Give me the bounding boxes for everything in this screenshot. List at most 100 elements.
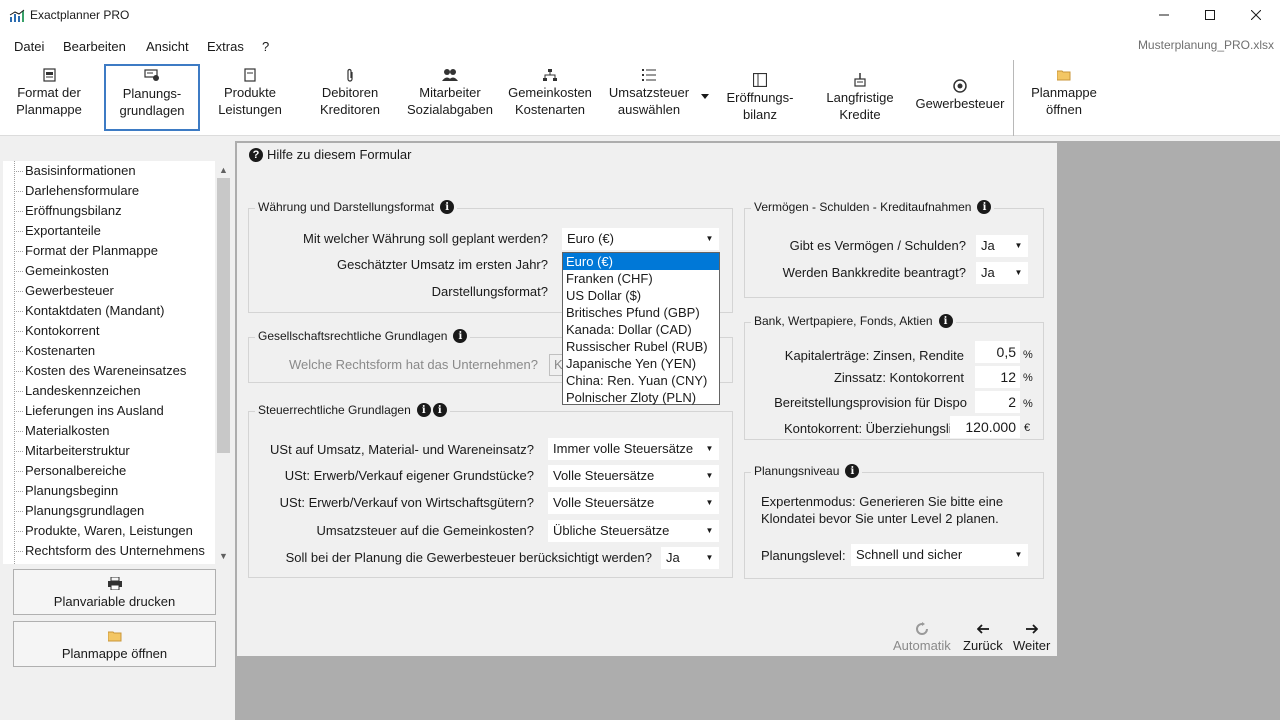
open-planmappe-button[interactable]: Planmappe öffnen <box>13 621 216 667</box>
maximize-button[interactable] <box>1187 0 1233 30</box>
rechtsform-select[interactable]: K <box>549 354 563 376</box>
tree-item[interactable]: Landeskennzeichen <box>3 381 215 401</box>
tree-item[interactable]: Mitarbeiterstruktur <box>3 441 215 461</box>
tree-item[interactable]: Gemeinkosten <box>3 261 215 281</box>
weiter-button[interactable]: Weiter <box>1013 622 1050 653</box>
ribbon-format-button[interactable]: Format der Planmappe <box>5 65 93 131</box>
ribbon-label-line1: Eröffnungs- <box>726 90 794 105</box>
tree-item[interactable]: Kosten des Wareneinsatzes <box>3 361 215 381</box>
ribbon-produkte-button[interactable]: Produkte Leistungen <box>210 65 290 131</box>
tree-item[interactable]: Kontokorrent <box>3 321 215 341</box>
tree-item[interactable]: Planungsbeginn <box>3 481 215 501</box>
chevron-down-icon[interactable]: ▼ <box>1010 263 1027 283</box>
menu-ansicht[interactable]: Ansicht <box>146 39 189 54</box>
bank-icon <box>852 72 868 88</box>
menu-extras[interactable]: Extras <box>207 39 244 54</box>
tree-item[interactable]: Kontaktdaten (Mandant) <box>3 301 215 321</box>
info-icon[interactable]: i <box>440 200 455 214</box>
tree-item[interactable]: Gewerbesteuer <box>3 281 215 301</box>
chevron-down-icon[interactable]: ▼ <box>701 439 718 459</box>
tree-item[interactable]: Exportanteile <box>3 221 215 241</box>
tree-item[interactable]: Eröffnungsbilanz <box>3 201 215 221</box>
ribbon-label-line2: auswählen <box>617 102 681 117</box>
currency-option[interactable]: Russischer Rubel (RUB) <box>563 338 719 355</box>
automatik-button[interactable]: Automatik <box>893 622 951 653</box>
help-link[interactable]: ? Hilfe zu diesem Formular <box>249 147 412 162</box>
print-planvariable-button[interactable]: Planvariable drucken <box>13 569 216 615</box>
group-title: Bank, Wertpapiere, Fonds, Aktien i <box>751 314 956 328</box>
currency-option[interactable]: Franken (CHF) <box>563 270 719 287</box>
menu-datei[interactable]: Datei <box>14 39 44 54</box>
info-icon[interactable]: i <box>845 464 860 478</box>
info-icon[interactable]: i <box>416 403 431 417</box>
tree-item[interactable]: Lieferungen ins Ausland <box>3 401 215 421</box>
chevron-down-icon[interactable]: ▼ <box>701 229 718 249</box>
currency-option[interactable]: Japanische Yen (YEN) <box>563 355 719 372</box>
currency-option[interactable]: Kanada: Dollar (CAD) <box>563 321 719 338</box>
chevron-down-icon[interactable] <box>701 94 709 99</box>
tree-item[interactable]: Personalbereiche <box>3 461 215 481</box>
steuer-select[interactable]: Immer volle Steuersätze ▼ <box>548 438 719 460</box>
steuer-select[interactable]: Volle Steuersätze ▼ <box>548 465 719 487</box>
menu-bearbeiten[interactable]: Bearbeiten <box>63 39 126 54</box>
folder-icon <box>107 628 122 644</box>
ribbon-gemeinkosten-button[interactable]: Gemeinkosten Kostenarten <box>505 65 595 131</box>
minimize-button[interactable] <box>1141 0 1187 30</box>
ribbon-eroeffnungsbilanz-button[interactable]: Eröffnungs- bilanz <box>715 70 805 136</box>
kredite-select[interactable]: Ja ▼ <box>976 262 1028 284</box>
info-icon[interactable]: i <box>977 200 992 214</box>
info-icon[interactable]: i <box>432 403 447 417</box>
ueberziehungslimit-input[interactable]: 120.000 <box>950 416 1020 438</box>
currency-select[interactable]: Euro (€) ▼ <box>562 228 719 250</box>
tree-scrollbar[interactable]: ▲ ▼ <box>215 161 232 564</box>
chevron-down-icon[interactable]: ▼ <box>701 493 718 513</box>
tree-item[interactable]: Produkte, Waren, Leistungen <box>3 521 215 541</box>
ribbon-planungsgrundlagen-button[interactable]: Planungs- grundlagen <box>104 64 200 131</box>
zinssatz-input[interactable]: 12 <box>975 366 1020 388</box>
zurueck-button[interactable]: Zurück <box>963 622 1003 653</box>
tree-item[interactable]: Materialkosten <box>3 421 215 441</box>
chevron-down-icon[interactable]: ▼ <box>701 548 718 568</box>
tree-item[interactable]: Format der Planmappe <box>3 241 215 261</box>
ribbon-label-line2: Kostenarten <box>514 102 586 117</box>
steuer-select[interactable]: Übliche Steuersätze ▼ <box>548 520 719 542</box>
scrollbar-thumb[interactable] <box>217 178 230 453</box>
currency-option[interactable]: Polnischer Zloty (PLN) <box>563 389 719 406</box>
currency-option[interactable]: US Dollar ($) <box>563 287 719 304</box>
ribbon-kredite-button[interactable]: Langfristige Kredite <box>815 70 905 136</box>
tree-item[interactable]: Rechtsform des Unternehmens <box>3 541 215 561</box>
ribbon-umsatzsteuer-button[interactable]: Umsatzsteuer auswählen <box>605 65 693 131</box>
tree-item[interactable]: Planungsgrundlagen <box>3 501 215 521</box>
vermoegen-select[interactable]: Ja ▼ <box>976 235 1028 257</box>
info-icon[interactable]: i <box>938 314 953 328</box>
file-name: Musterplanung_PRO.xlsx <box>1137 38 1274 52</box>
steuer-select[interactable]: Volle Steuersätze ▼ <box>548 492 719 514</box>
ribbon-planmappe-oeffnen-button[interactable]: Planmappe öffnen <box>1021 65 1107 131</box>
scroll-down-icon[interactable]: ▼ <box>215 547 232 564</box>
bereitstellungsprovision-input[interactable]: 2 <box>975 391 1020 413</box>
ribbon-debitoren-button[interactable]: Debitoren Kreditoren <box>310 65 390 131</box>
info-icon[interactable]: i <box>453 329 468 343</box>
tree-item[interactable]: Darlehensformulare <box>3 181 215 201</box>
open-button-label: Planmappe öffnen <box>61 645 168 661</box>
menu-help[interactable]: ? <box>262 39 269 54</box>
group-title: Planungsniveau i <box>751 464 863 478</box>
planungslevel-select[interactable]: Schnell und sicher ▼ <box>851 544 1028 566</box>
ribbon-mitarbeiter-button[interactable]: Mitarbeiter Sozialabgaben <box>403 65 497 131</box>
gewerbesteuer-select[interactable]: Ja ▼ <box>661 547 719 569</box>
currency-option[interactable]: Britisches Pfund (GBP) <box>563 304 719 321</box>
chevron-down-icon[interactable]: ▼ <box>701 466 718 486</box>
unit-label: % <box>1023 398 1033 410</box>
currency-option[interactable]: Euro (€) <box>563 253 719 270</box>
chevron-down-icon[interactable]: ▼ <box>1010 236 1027 256</box>
kapitalertraege-input[interactable]: 0,5 <box>975 341 1020 363</box>
ribbon-gewerbesteuer-button[interactable]: Gewerbesteuer <box>913 76 1007 142</box>
chevron-down-icon[interactable]: ▼ <box>1010 545 1027 565</box>
tree-item[interactable]: Kostenarten <box>3 341 215 361</box>
scroll-up-icon[interactable]: ▲ <box>215 161 232 178</box>
close-button[interactable] <box>1233 0 1279 30</box>
group-title-label: Gesellschaftsrechtliche Grundlagen <box>258 329 448 343</box>
currency-option[interactable]: China: Ren. Yuan (CNY) <box>563 372 719 389</box>
tree-item[interactable]: Basisinformationen <box>3 161 215 181</box>
chevron-down-icon[interactable]: ▼ <box>701 521 718 541</box>
